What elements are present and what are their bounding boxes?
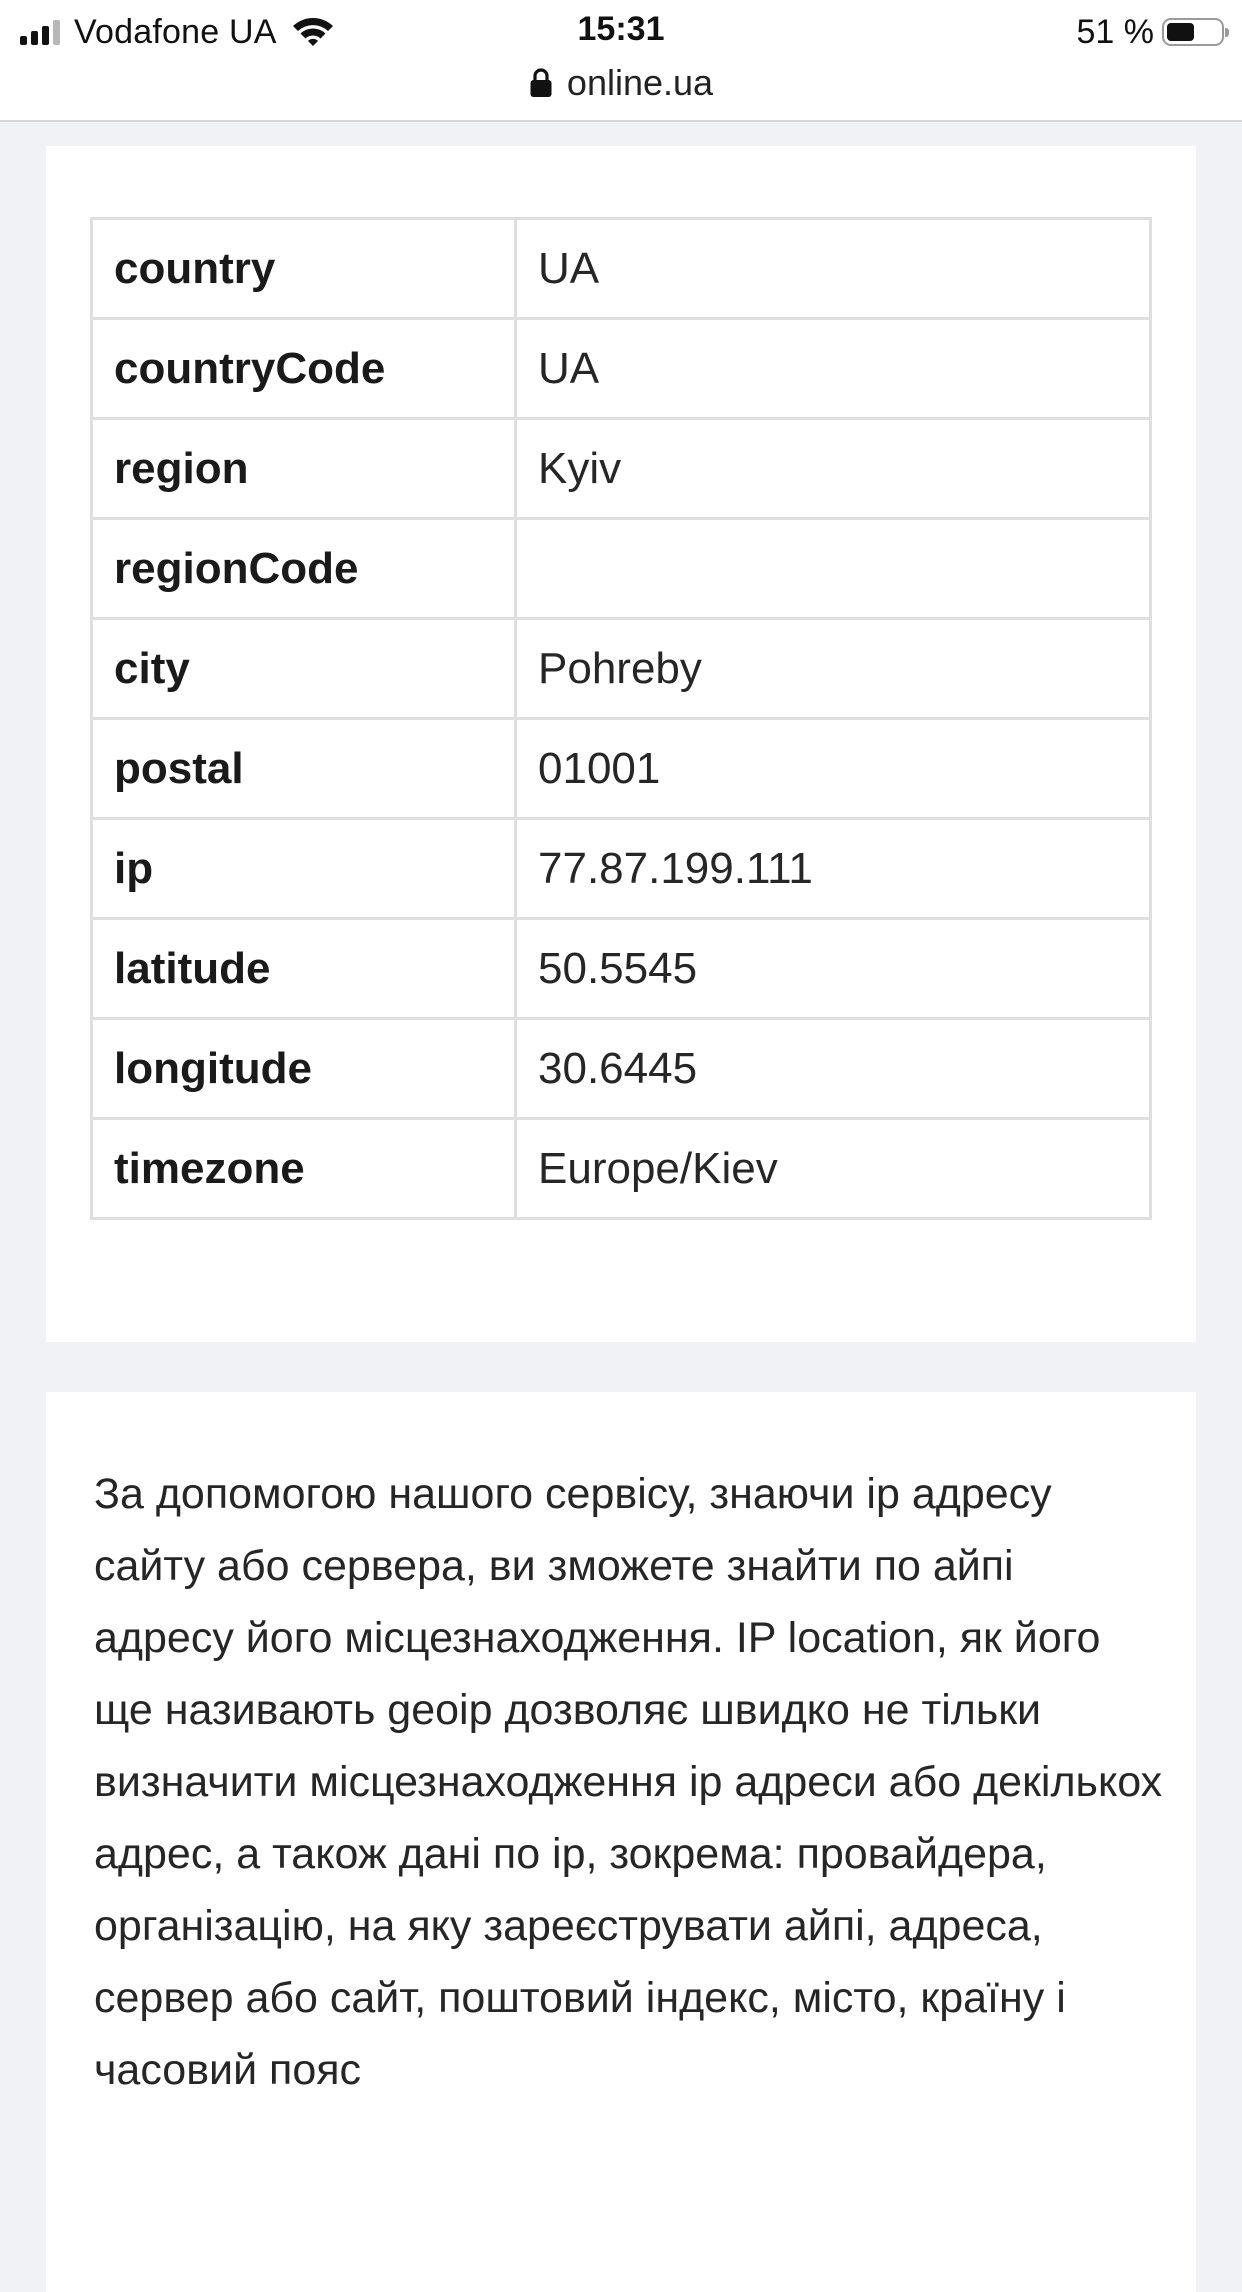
row-value [514, 517, 1152, 620]
table-row: region Kyiv [90, 417, 1152, 520]
battery-icon [1162, 18, 1229, 46]
row-key: timezone [90, 1117, 517, 1220]
row-value: Pohreby [514, 617, 1152, 720]
table-row: countryCode UA [90, 317, 1152, 420]
row-key: region [90, 417, 517, 520]
row-key: ip [90, 817, 517, 920]
row-key: latitude [90, 917, 517, 1020]
row-key: longitude [90, 1017, 517, 1120]
table-row: timezone Europe/Kiev [90, 1117, 1152, 1220]
row-value: UA [514, 217, 1152, 320]
row-key: city [90, 617, 517, 720]
row-value: Kyiv [514, 417, 1152, 520]
geo-info-card: country UA countryCode UA region Kyiv re… [46, 146, 1196, 1342]
battery-fill [1167, 23, 1194, 41]
status-time: 15:31 [577, 10, 665, 48]
row-value: 77.87.199.111 [514, 817, 1152, 920]
row-key: country [90, 217, 517, 320]
lock-icon [530, 68, 552, 97]
row-value: 30.6445 [514, 1017, 1152, 1120]
browser-top-bar: Vodafone UA 15:31 51 % online.ua [0, 0, 1242, 122]
url-bar[interactable]: online.ua [0, 58, 1242, 108]
row-key: regionCode [90, 517, 517, 620]
table-row: regionCode [90, 517, 1152, 620]
row-value: Europe/Kiev [514, 1117, 1152, 1220]
table-row: latitude 50.5545 [90, 917, 1152, 1020]
status-right: 51 % [1076, 10, 1229, 54]
row-key: countryCode [90, 317, 517, 420]
table-row: ip 77.87.199.111 [90, 817, 1152, 920]
table-row: postal 01001 [90, 717, 1152, 820]
description-card: За допомогою нашого сервісу, знаючи ip а… [46, 1392, 1196, 2292]
row-value: 01001 [514, 717, 1152, 820]
battery-percent: 51 % [1076, 12, 1155, 51]
row-value: UA [514, 317, 1152, 420]
table-row: country UA [90, 217, 1152, 320]
table-row: city Pohreby [90, 617, 1152, 720]
geo-info-table: country UA countryCode UA region Kyiv re… [90, 217, 1152, 1220]
table-row: longitude 30.6445 [90, 1017, 1152, 1120]
row-value: 50.5545 [514, 917, 1152, 1020]
url-text[interactable]: online.ua [567, 62, 713, 104]
description-text: За допомогою нашого сервісу, знаючи ip а… [94, 1470, 1163, 2094]
row-key: postal [90, 717, 517, 820]
